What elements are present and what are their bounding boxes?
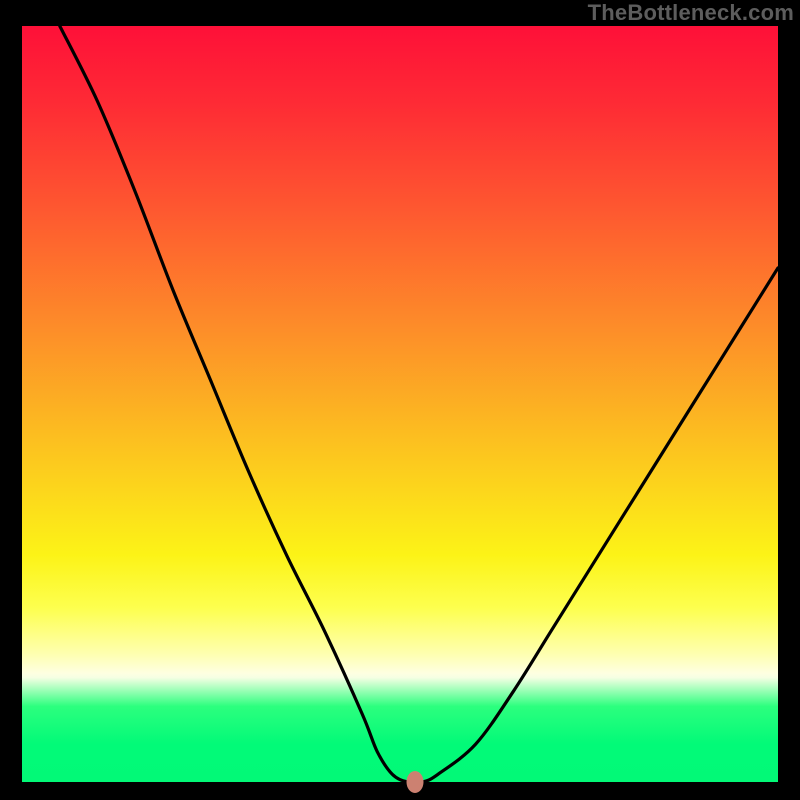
watermark-text: TheBottleneck.com (588, 0, 794, 26)
chart-frame: TheBottleneck.com (0, 0, 800, 800)
bottleneck-curve (22, 26, 778, 782)
balance-marker (407, 771, 424, 793)
plot-area (22, 26, 778, 782)
